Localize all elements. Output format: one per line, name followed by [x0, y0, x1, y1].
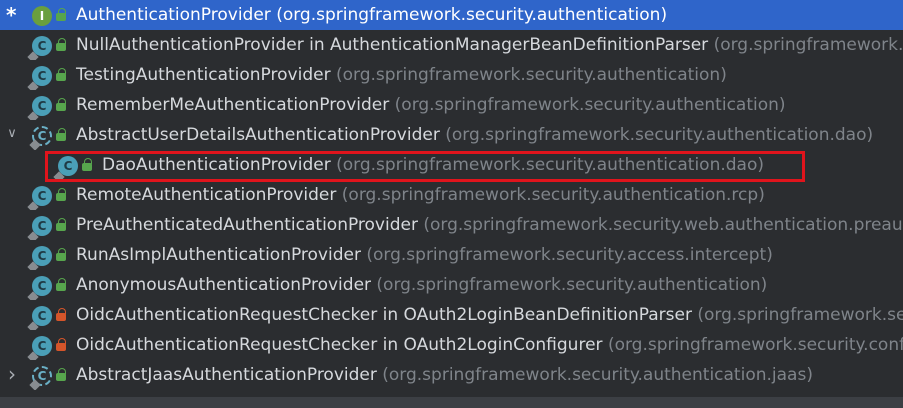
- class-icon: C: [27, 276, 52, 300]
- public-lock-icon: [56, 98, 66, 111]
- bottom-scrollbar-track[interactable]: [0, 397, 903, 408]
- class-name: AbstractUserDetailsAuthenticationProvide…: [76, 125, 874, 145]
- package-name: (org.springframework.security.authentica…: [276, 5, 668, 25]
- public-lock-icon: [56, 68, 66, 81]
- hierarchy-row[interactable]: * I AuthenticationProvider (org.springfram…: [0, 0, 903, 30]
- class-name: RemoteAuthenticationProvider (org.spring…: [76, 185, 765, 205]
- package-name: (org.springframework.security.config.aut…: [713, 35, 903, 55]
- focus-marker: *: [6, 3, 17, 27]
- public-lock-icon: [56, 38, 66, 51]
- hierarchy-row[interactable]: C OidcAuthenticationRequestChecker in OAu…: [0, 330, 903, 360]
- highlight-box: [45, 151, 805, 182]
- collapse-arrow-icon[interactable]: ∨: [4, 124, 20, 144]
- interface-icon: I: [32, 6, 52, 26]
- public-lock-icon: [56, 188, 66, 201]
- class-name: AuthenticationProvider (org.springframew…: [76, 5, 668, 25]
- hierarchy-row[interactable]: C RemoteAuthenticationProvider (org.sprin…: [0, 180, 903, 210]
- class-name: NullAuthenticationProvider in Authentica…: [76, 35, 903, 55]
- package-name: (org.springframework.security.web.authen…: [423, 215, 903, 235]
- class-name: PreAuthenticatedAuthenticationProvider (…: [76, 215, 903, 235]
- package-name: (org.springframework.security.authentica…: [335, 65, 727, 85]
- public-lock-icon: [56, 218, 66, 231]
- package-name: (org.springframework.security.config.htt…: [697, 305, 903, 325]
- hierarchy-row[interactable]: C OidcAuthenticationRequestChecker in OAu…: [0, 300, 903, 330]
- class-icon: C: [27, 186, 52, 210]
- public-lock-icon: [56, 248, 66, 261]
- abstract-icon: C: [29, 126, 52, 150]
- class-icon: C: [27, 96, 52, 120]
- private-lock-icon: [56, 308, 66, 321]
- class-name: OidcAuthenticationRequestChecker in OAut…: [76, 335, 903, 355]
- class-name: AnonymousAuthenticationProvider (org.spr…: [76, 275, 768, 295]
- class-name: OidcAuthenticationRequestChecker in OAut…: [76, 305, 903, 325]
- class-name: RunAsImplAuthenticationProvider (org.spr…: [76, 245, 773, 265]
- hierarchy-row[interactable]: C RememberMeAuthenticationProvider (org.s…: [0, 90, 903, 120]
- package-name: (org.springframework.security.authentica…: [394, 95, 786, 115]
- public-lock-icon: [56, 128, 66, 141]
- hierarchy-row[interactable]: C RunAsImplAuthenticationProvider (org.sp…: [0, 240, 903, 270]
- public-lock-icon: [56, 278, 66, 291]
- hierarchy-row[interactable]: C NullAuthenticationProvider in Authentic…: [0, 30, 903, 60]
- type-hierarchy-tree: * I AuthenticationProvider (org.springfram…: [0, 0, 903, 408]
- private-lock-icon: [56, 338, 66, 351]
- abstract-icon: C: [29, 366, 52, 390]
- class-icon: C: [27, 36, 52, 60]
- class-icon: C: [27, 336, 52, 360]
- hierarchy-row[interactable]: C AnonymousAuthenticationProvider (org.sp…: [0, 270, 903, 300]
- package-name: (org.springframework.security.authentica…: [341, 185, 765, 205]
- package-name: (org.springframework.security.config.ann…: [607, 335, 903, 355]
- class-icon: C: [27, 66, 52, 90]
- hierarchy-row[interactable]: C TestingAuthenticationProvider (org.spri…: [0, 60, 903, 90]
- public-lock-icon: [56, 8, 66, 21]
- package-name: (org.springframework.security.authentica…: [445, 125, 874, 145]
- hierarchy-row[interactable]: › C AbstractJaasAuthenticationProvider (or…: [0, 360, 903, 390]
- package-name: (org.springframework.security.access.int…: [366, 245, 773, 265]
- class-icon: C: [27, 216, 52, 240]
- hierarchy-row[interactable]: C PreAuthenticatedAuthenticationProvider …: [0, 210, 903, 240]
- package-name: (org.springframework.security.authentica…: [376, 275, 768, 295]
- class-name: AbstractJaasAuthenticationProvider (org.…: [76, 365, 813, 385]
- hierarchy-row[interactable]: ∨ C AbstractUserDetailsAuthenticationProvi…: [0, 120, 903, 150]
- class-icon: C: [27, 306, 52, 330]
- class-icon: C: [27, 246, 52, 270]
- package-name: (org.springframework.security.authentica…: [382, 365, 813, 385]
- expand-arrow-icon[interactable]: ›: [4, 364, 20, 384]
- class-name: TestingAuthenticationProvider (org.sprin…: [76, 65, 727, 85]
- public-lock-icon: [56, 368, 66, 381]
- class-name: RememberMeAuthenticationProvider (org.sp…: [76, 95, 786, 115]
